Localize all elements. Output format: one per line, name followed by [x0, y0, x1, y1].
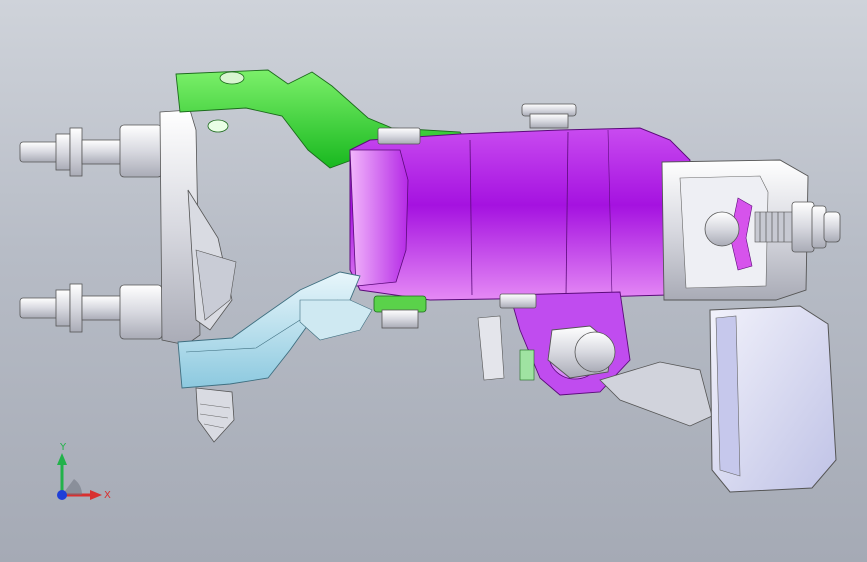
triad-y-axis: Y [57, 442, 67, 492]
lower-stud[interactable] [19, 283, 163, 340]
mount-pad[interactable] [709, 305, 837, 493]
upper-stud[interactable] [19, 124, 163, 178]
right-clamp[interactable] [661, 159, 841, 301]
frame-plate[interactable] [159, 109, 237, 346]
triad-y-label: Y [59, 442, 67, 453]
coordinate-triad: Y X [57, 442, 111, 501]
triad-x-label: X [104, 490, 111, 501]
graphics-viewport[interactable]: Y X [0, 0, 867, 562]
triad-z-origin [57, 490, 67, 500]
lower-spike [195, 387, 235, 443]
3d-model-view[interactable] [0, 0, 867, 562]
